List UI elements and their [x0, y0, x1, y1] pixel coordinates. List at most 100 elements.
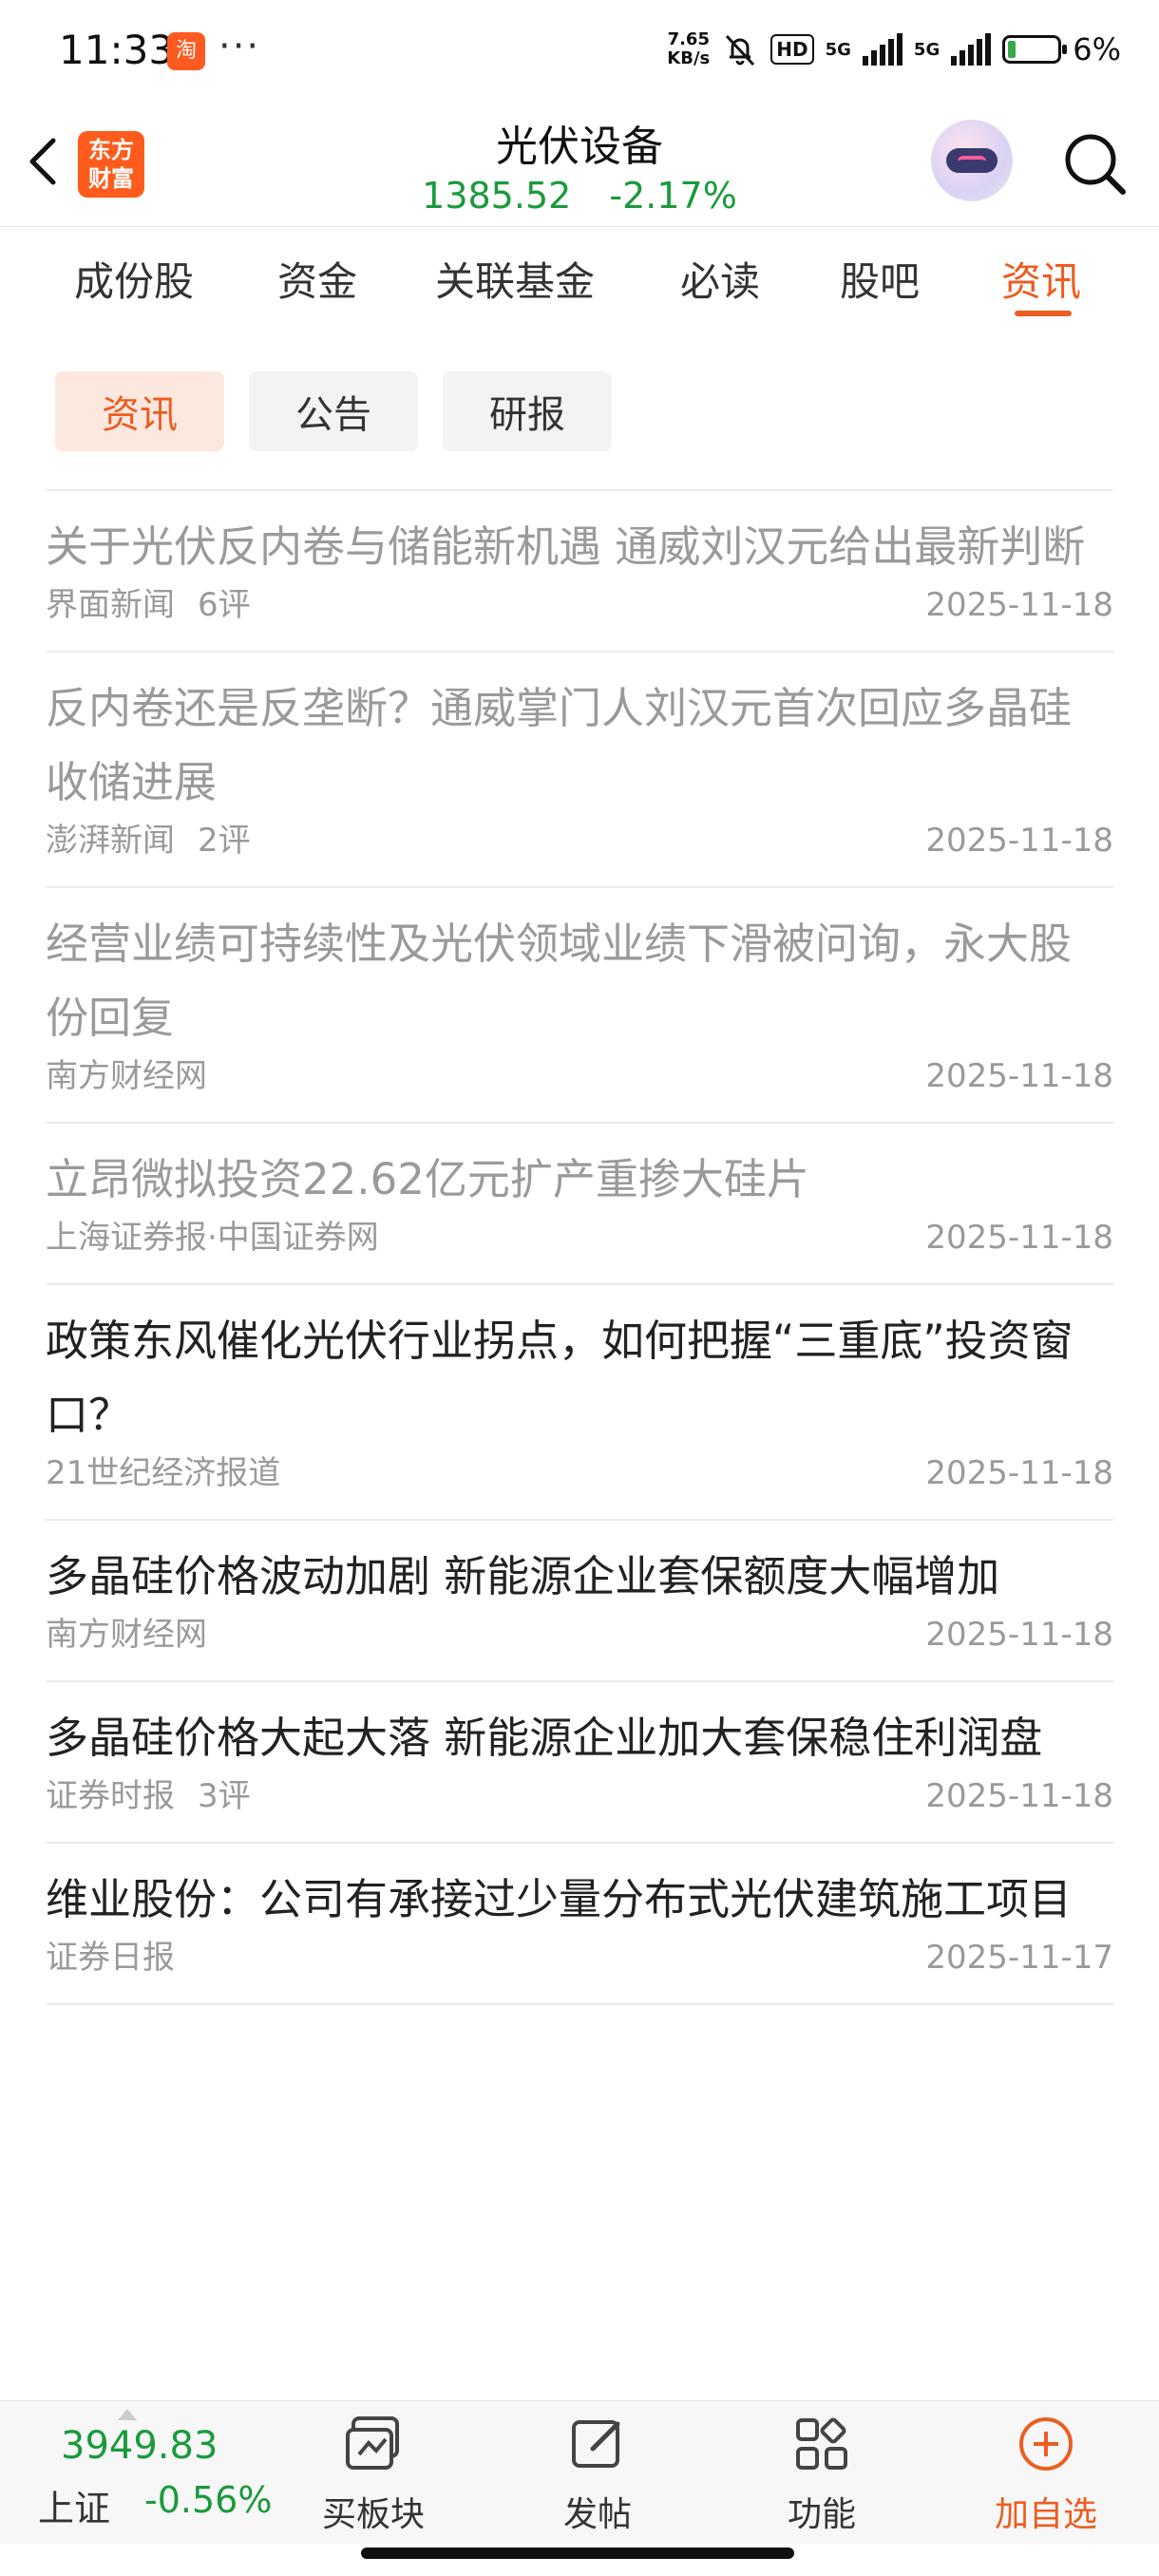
news-item[interactable]: 经营业绩可持续性及光伏领域业绩下滑被问询，永大股份回复 南方财经网 2025-11-… — [46, 888, 1113, 1124]
news-meta: 证券日报 2025-11-17 — [46, 1937, 1113, 2003]
search-icon[interactable] — [1056, 125, 1132, 201]
news-comment-count: 6评 — [198, 586, 251, 624]
index-name[interactable]: 上证 — [38, 2479, 110, 2531]
news-meta: 澎湃新闻 2评 2025-11-18 — [46, 820, 1113, 886]
news-meta: 南方财经网 2025-11-18 — [46, 1614, 1113, 1680]
active-tab-indicator — [1015, 311, 1072, 316]
news-source: 澎湃新闻 — [46, 822, 175, 860]
news-source-group: 澎湃新闻 2评 — [46, 820, 274, 862]
news-source: 界面新闻 — [46, 586, 175, 624]
mute-bell-icon — [726, 34, 755, 66]
tab-must-read[interactable]: 必读 — [680, 250, 760, 308]
news-item[interactable]: 立昂微拟投资22.62亿元扩产重掺大硅片 上海证券报·中国证券网 2025-11-1… — [46, 1124, 1113, 1285]
news-subtabs: 资讯 公告 研报 — [0, 326, 1159, 459]
news-meta: 上海证券报·中国证券网 2025-11-18 — [46, 1217, 1113, 1283]
network-speed: 7.65 KB/s — [667, 29, 711, 68]
battery-icon — [1002, 35, 1068, 64]
news-date: 2025-11-18 — [925, 586, 1113, 624]
functions-label: 功能 — [787, 2495, 856, 2534]
news-headline[interactable]: 经营业绩可持续性及光伏领域业绩下滑被问询，永大股份回复 — [46, 888, 1113, 1055]
news-meta: 21世纪经济报道 2025-11-18 — [46, 1452, 1113, 1519]
sim1-network-type: 5G — [825, 39, 851, 60]
index-value[interactable]: 3949.83 — [61, 2424, 218, 2468]
news-meta: 南方财经网 2025-11-18 — [46, 1055, 1113, 1122]
bottom-bar: 3949.83 上证 -0.56% 买板块 发帖 功能 加自选 — [0, 2400, 1159, 2544]
news-list[interactable]: 为何价格持续走低每日经济新闻2025-11-18关于光伏反内卷与储能新机遇 通威… — [0, 459, 1159, 2400]
news-date: 2025-11-18 — [925, 459, 1113, 464]
news-source: 南方财经网 — [46, 1057, 207, 1095]
news-headline[interactable]: 多晶硅价格大起大落 新能源企业加大套保稳住利润盘 — [46, 1682, 1113, 1775]
news-headline[interactable]: 维业股份：公司有承接过少量分布式光伏建筑施工项目 — [46, 1844, 1113, 1937]
tab-related-funds[interactable]: 关联基金 — [435, 250, 595, 308]
news-item[interactable]: 反内卷还是反垄断？通威掌门人刘汉元首次回应多晶硅收储进展 澎湃新闻 2评 2025-1… — [46, 653, 1113, 888]
home-indicator[interactable] — [361, 2548, 794, 2559]
news-comment-count: 3评 — [198, 1777, 251, 1815]
compose-icon — [572, 2420, 620, 2468]
sim2-network-type: 5G — [913, 39, 940, 60]
tab-constituents[interactable]: 成份股 — [74, 250, 194, 308]
sector-change: -2.17% — [609, 175, 737, 217]
functions-button[interactable]: 功能 — [750, 2411, 893, 2536]
signal-strength-icon — [862, 33, 902, 66]
news-meta: 证券时报 3评 2025-11-18 — [46, 1775, 1113, 1842]
news-headline[interactable]: 关于光伏反内卷与储能新机遇 通威刘汉元给出最新判断 — [46, 491, 1113, 584]
news-item[interactable]: 关于光伏反内卷与储能新机遇 通威刘汉元给出最新判断 界面新闻 6评 2025-11-1… — [46, 491, 1113, 653]
news-date: 2025-11-18 — [925, 1057, 1113, 1095]
post-label: 发帖 — [562, 2495, 632, 2534]
news-source: 上海证券报·中国证券网 — [46, 1219, 379, 1257]
subtab-news[interactable]: 资讯 — [55, 371, 224, 451]
section-tabs: 成份股 资金 关联基金 必读 股吧 资讯 — [0, 226, 1159, 327]
news-source: 证券日报 — [46, 1939, 175, 1977]
add-to-watchlist-button[interactable]: 加自选 — [975, 2411, 1117, 2536]
status-time: 11:33 — [59, 27, 175, 73]
news-item[interactable]: 多晶硅价格波动加剧 新能源企业套保额度大幅增加 南方财经网 2025-11-18 — [46, 1521, 1113, 1682]
news-date: 2025-11-18 — [925, 1616, 1113, 1654]
news-headline[interactable]: 多晶硅价格波动加剧 新能源企业套保额度大幅增加 — [46, 1521, 1113, 1614]
post-button[interactable]: 发帖 — [526, 2411, 669, 2536]
news-headline[interactable]: 反内卷还是反垄断？通威掌门人刘汉元首次回应多晶硅收储进展 — [46, 653, 1113, 820]
news-item[interactable]: 政策东风催化光伏行业拐点，如何把握“三重底”投资窗口？ 21世纪经济报道 2025-… — [46, 1285, 1113, 1521]
more-notifications-icon: ··· — [218, 25, 261, 68]
status-icons: 7.65 KB/s HD 5G 5G 6% — [667, 30, 1121, 68]
buy-sector-button[interactable]: 买板块 — [302, 2411, 445, 2536]
tab-funds-flow[interactable]: 资金 — [277, 250, 357, 308]
grid-icon — [796, 2417, 847, 2470]
news-source-group: 证券日报 — [46, 1937, 198, 1979]
subtab-announcements[interactable]: 公告 — [249, 371, 418, 451]
news-source: 21世纪经济报道 — [46, 1454, 281, 1492]
news-source: 每日经济新闻 — [46, 459, 239, 463]
news-date: 2025-11-17 — [925, 1939, 1113, 1977]
news-date: 2025-11-18 — [925, 1454, 1113, 1492]
news-date: 2025-11-18 — [925, 1219, 1113, 1257]
news-source-group: 界面新闻 6评 — [46, 584, 274, 626]
news-headline[interactable]: 政策东风催化光伏行业拐点，如何把握“三重底”投资窗口？ — [46, 1285, 1113, 1452]
news-source-group: 南方财经网 — [46, 1614, 230, 1656]
news-source-group: 上海证券报·中国证券网 — [46, 1217, 402, 1259]
news-source: 南方财经网 — [46, 1616, 207, 1654]
news-comment-count: 2评 — [198, 822, 251, 860]
board-icon — [346, 2416, 399, 2470]
news-item[interactable]: 多晶硅价格大起大落 新能源企业加大套保稳住利润盘 证券时报 3评 2025-11-18 — [46, 1682, 1113, 1844]
news-meta: 界面新闻 6评 2025-11-18 — [46, 584, 1113, 651]
news-date: 2025-11-18 — [925, 1777, 1113, 1815]
add-to-watchlist-label: 加自选 — [994, 2495, 1097, 2534]
taobao-notification-icon: 淘 — [167, 32, 205, 70]
subtab-research-reports[interactable]: 研报 — [443, 371, 612, 451]
news-source: 证券时报 — [46, 1777, 175, 1815]
news-item[interactable]: 为何价格持续走低每日经济新闻2025-11-18 — [46, 459, 1113, 491]
add-circle-icon — [1019, 2417, 1073, 2471]
news-source-group: 21世纪经济报道 — [46, 1452, 303, 1494]
news-headline[interactable]: 立昂微拟投资22.62亿元扩产重掺大硅片 — [46, 1124, 1113, 1217]
battery-percent: 6% — [1073, 31, 1121, 67]
buy-sector-label: 买板块 — [321, 2495, 425, 2534]
tab-stock-forum[interactable]: 股吧 — [840, 250, 920, 308]
hd-voice-badge: HD — [770, 34, 814, 65]
news-meta: 每日经济新闻 2025-11-18 — [46, 459, 1113, 489]
index-change[interactable]: -0.56% — [144, 2479, 272, 2521]
news-date: 2025-11-18 — [925, 822, 1113, 860]
assistant-robot-avatar[interactable] — [931, 120, 1013, 201]
expand-caret-icon[interactable] — [118, 2409, 137, 2420]
news-item[interactable]: 维业股份：公司有承接过少量分布式光伏建筑施工项目 证券日报 2025-11-17 — [46, 1844, 1113, 2005]
news-source-group: 南方财经网 — [46, 1055, 230, 1097]
tab-news[interactable]: 资讯 — [1001, 250, 1081, 308]
